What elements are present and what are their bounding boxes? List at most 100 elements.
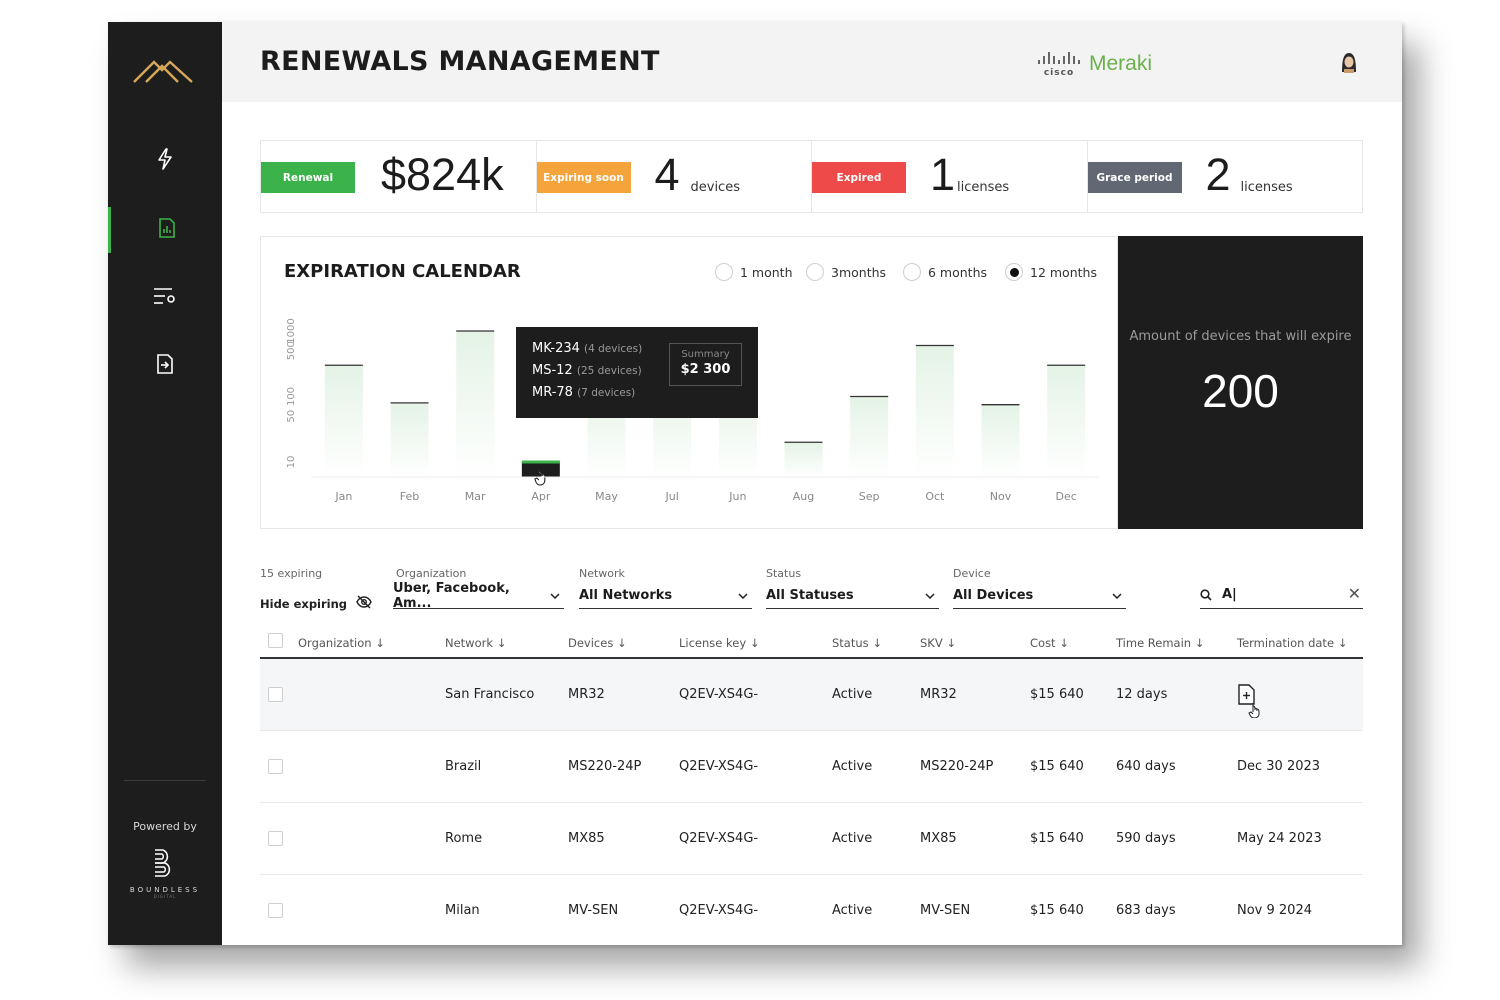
sort-arrow-icon: ↓ [496,636,507,650]
range-option-label: 12 months [1030,264,1097,280]
close-icon[interactable]: ✕ [1348,584,1361,603]
radio-button[interactable] [806,263,824,281]
cell-remain: 640 days [1116,759,1176,774]
organization-filter-label: Organization [396,567,467,580]
tooltip-summary-value: $2 300 [680,362,731,377]
column-header-label: Cost [1030,636,1056,650]
brand-subtitle: DIGITAL [153,894,177,899]
column-header[interactable]: Termination date ↓ [1237,636,1347,650]
chart-bar[interactable] [1047,365,1086,477]
cell-license: Q2EV-XS4G- [679,687,759,702]
radio-button[interactable] [903,263,921,281]
cisco-meraki-logo: cisco Meraki [1037,49,1152,78]
chart-bar[interactable] [456,331,495,477]
app-logo-icon[interactable] [132,56,198,90]
meraki-wordmark: Meraki [1089,51,1153,75]
cisco-bars-icon [1037,49,1081,68]
sort-arrow-icon: ↓ [375,636,385,650]
cell-remain: 683 days [1116,903,1176,918]
column-header[interactable]: Network ↓ [445,636,506,650]
organization-dropdown[interactable]: Uber, Facebook, Am... [393,581,564,611]
status-dropdown[interactable]: All Statuses [766,583,939,609]
range-option-label: 1 month [740,264,793,280]
sort-arrow-icon: ↓ [1059,636,1069,650]
range-option-label: 3months [831,264,887,280]
chart-bar[interactable] [324,365,363,477]
range-option[interactable]: 1 month [715,263,793,281]
renew-file-button[interactable] [1237,684,1267,722]
range-option[interactable]: 3months [806,263,886,281]
cell-status: Active [832,831,873,846]
stat-badge: Expired [812,162,906,193]
column-header[interactable]: Status ↓ [832,636,882,650]
header: RENEWALS MANAGEMENT cisco Meraki [222,22,1402,102]
stat-unit: licenses [957,180,1010,195]
stat-unit: devices [690,180,740,195]
sidebar-item-reports[interactable] [108,207,222,253]
row-checkbox[interactable] [268,687,283,702]
column-header-label: Organization [298,636,372,650]
chevron-down-icon [1112,588,1122,603]
network-filter-label: Network [579,567,625,580]
cell-remain: 590 days [1116,831,1176,846]
avatar[interactable] [1339,50,1359,74]
range-option[interactable]: 6 months [903,263,987,281]
chevron-down-icon [550,588,560,603]
stat-card: Renewal $824k [261,141,537,212]
cell-status: Active [832,759,873,774]
cell-status: Active [832,903,873,918]
stat-badge: Expiring soon [536,162,631,193]
column-header[interactable]: License key ↓ [679,636,759,650]
x-tick-label: Dec [1056,490,1077,503]
chart-bar[interactable] [981,404,1020,477]
stat-card: Expired 1 licenses [812,141,1088,212]
sidebar-item-export[interactable] [108,343,222,389]
column-header-label: Time Remain [1116,636,1192,650]
column-header[interactable]: SKV ↓ [920,636,956,650]
sort-arrow-icon: ↓ [1194,636,1205,650]
device-dropdown[interactable]: All Devices [953,583,1126,609]
table-row[interactable]: Milan MV-SEN Q2EV-XS4G- Active MV-SEN $15 640… [260,875,1363,945]
cisco-wordmark: cisco [1043,68,1075,78]
lightning-icon [156,148,174,174]
table-row[interactable]: San Francisco MR32 Q2EV-XS4G- Active MR32 $15… [260,659,1363,731]
amount-value: 200 [1202,365,1279,417]
search-input[interactable]: A| [1222,587,1237,602]
cell-devices: MX85 [568,831,605,846]
select-all-checkbox[interactable] [268,633,283,648]
range-option[interactable]: 12 months [1005,263,1097,281]
column-header-label: Network [445,636,494,650]
file-add-icon [1237,684,1267,722]
chart-bar[interactable] [390,402,429,477]
column-header[interactable]: Cost ↓ [1030,636,1069,650]
sort-arrow-icon: ↓ [1337,636,1348,650]
renewals-table: Organization ↓ Network ↓ Devices ↓ License … [260,625,1363,945]
sidebar-item-activity[interactable] [108,138,222,184]
table-row[interactable]: Rome MX85 Q2EV-XS4G- Active MX85 $15 640 590 d… [260,803,1363,875]
cell-network: Milan [445,903,480,918]
cell-skv: MV-SEN [920,903,971,918]
row-checkbox[interactable] [268,759,283,774]
hide-expiring-toggle[interactable]: Hide expiring [260,595,372,612]
cell-termination: Nov 9 2024 [1237,903,1312,918]
network-dropdown[interactable]: All Networks [579,583,752,609]
calendar-title: EXPIRATION CALENDAR [284,261,521,282]
radio-button[interactable] [1005,263,1023,281]
powered-by-label: Powered by [133,820,197,833]
sort-arrow-icon: ↓ [872,636,882,650]
column-header[interactable]: Time Remain ↓ [1116,636,1204,650]
stat-value: 1 [930,149,956,200]
column-header[interactable]: Organization ↓ [298,636,385,650]
chart-bar[interactable] [784,442,823,477]
sidebar-item-settings-list[interactable] [108,275,222,321]
row-checkbox[interactable] [268,903,283,918]
table-row[interactable]: Brazil MS220-24P Q2EV-XS4G- Active MS220-24P… [260,731,1363,803]
stat-value: $824k [381,149,504,200]
radio-button[interactable] [715,263,733,281]
column-header[interactable]: Devices ↓ [568,636,627,650]
sort-arrow-icon: ↓ [616,636,627,650]
row-checkbox[interactable] [268,831,283,846]
chart-bar[interactable] [850,396,889,478]
chart-bar[interactable] [915,345,954,477]
search-field[interactable]: A| ✕ [1200,581,1363,609]
